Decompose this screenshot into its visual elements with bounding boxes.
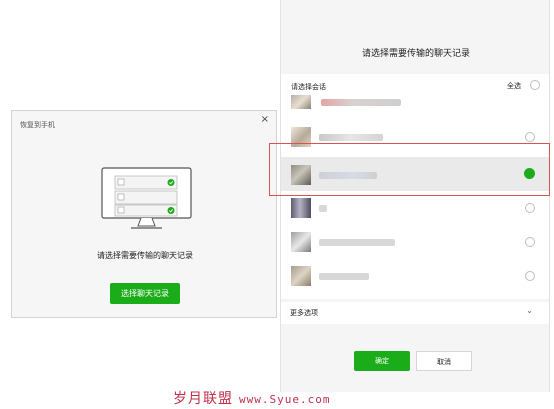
close-icon[interactable]: × bbox=[261, 114, 269, 125]
blurred-name bbox=[319, 205, 327, 212]
conversation-row[interactable] bbox=[281, 259, 549, 293]
chat-selection-panel: 请选择需要传输的聊天记录 请选择会话 全选 更多选项 ⌄ 确定 取消 bbox=[280, 0, 550, 392]
avatar bbox=[291, 198, 311, 218]
conversation-row[interactable] bbox=[281, 191, 549, 225]
avatar bbox=[291, 95, 311, 109]
row-checkbox[interactable] bbox=[525, 271, 535, 281]
instruction-text: 请选择需要传输的聊天记录 bbox=[97, 251, 193, 260]
confirm-button[interactable]: 确定 bbox=[354, 351, 410, 371]
watermark-url: www.Syue.com bbox=[239, 393, 331, 406]
row-checkbox[interactable] bbox=[525, 237, 535, 247]
blurred-name bbox=[319, 273, 369, 280]
dialog-title: 恢复到手机 bbox=[20, 121, 55, 129]
row-checkbox[interactable] bbox=[525, 203, 535, 213]
more-options-row[interactable]: 更多选项 ⌄ bbox=[281, 302, 549, 324]
blurred-name bbox=[321, 99, 401, 106]
select-all-checkbox[interactable] bbox=[530, 80, 540, 90]
row-checkbox[interactable] bbox=[525, 132, 535, 142]
panel-title: 请选择需要传输的聊天记录 bbox=[361, 49, 470, 59]
watermark: 岁月联盟 www.Syue.com bbox=[173, 388, 330, 408]
blurred-name bbox=[319, 239, 395, 246]
conversation-row[interactable] bbox=[281, 225, 549, 259]
avatar bbox=[291, 266, 311, 286]
monitor-illustration-icon bbox=[101, 167, 192, 229]
restore-to-phone-dialog: 恢复到手机 × 请选择需要传输的聊天记录 选择聊天记录 bbox=[11, 110, 277, 318]
conversation-row[interactable] bbox=[281, 90, 549, 118]
cancel-button[interactable]: 取消 bbox=[416, 351, 472, 371]
annotation-highlight-box bbox=[269, 143, 550, 196]
watermark-brand: 岁月联盟 bbox=[173, 391, 233, 407]
select-chat-history-button[interactable]: 选择聊天记录 bbox=[110, 283, 180, 304]
chevron-down-icon: ⌄ bbox=[526, 306, 533, 315]
avatar bbox=[291, 232, 311, 252]
blurred-name bbox=[319, 134, 383, 141]
more-options-label: 更多选项 bbox=[290, 309, 318, 317]
